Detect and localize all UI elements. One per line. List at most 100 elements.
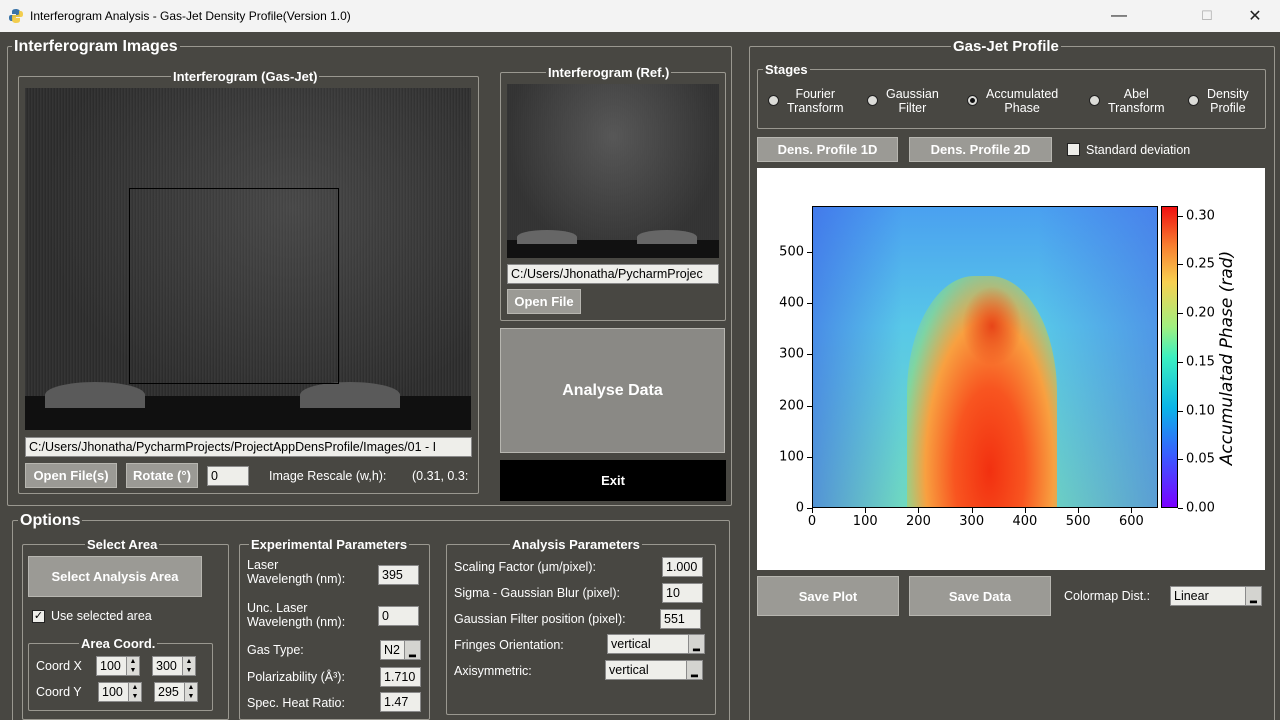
x-tick-label: 600: [1118, 514, 1144, 529]
coord-x1-spinbox[interactable]: 100 ▲ ▼: [96, 656, 140, 676]
analyse-data-button[interactable]: Analyse Data: [500, 328, 725, 453]
axisymmetric-value: vertical: [609, 663, 649, 677]
spec-heat-ratio-field[interactable]: 1.47: [380, 692, 421, 712]
colorbar-label: Accumulatad Phase (rad): [1217, 250, 1237, 466]
colorbar-tick-mark: [1178, 313, 1183, 315]
x-tick-label: 200: [906, 514, 931, 529]
stage-abel-radio[interactable]: [1089, 95, 1100, 106]
colorbar-tick-label: 0.00: [1186, 500, 1215, 516]
accumulated-phase-plot[interactable]: 0 100 200 300 400 500 600 0 100 200 300 400 500 0.0…: [757, 168, 1265, 570]
gaussian-filter-position-field[interactable]: 551: [660, 609, 701, 629]
close-button[interactable]: ✕: [1232, 0, 1278, 32]
standard-deviation-checkbox[interactable]: [1067, 143, 1080, 156]
rotate-angle-field[interactable]: 0: [207, 466, 249, 486]
x-tick-label: 0: [807, 514, 817, 529]
density-profile-1d-button[interactable]: Dens. Profile 1D: [757, 137, 898, 162]
images-panel-title: Interferogram Images: [12, 38, 180, 55]
x-tick-label: 300: [959, 514, 985, 529]
colorbar: [1161, 206, 1178, 508]
open-files-button[interactable]: Open File(s): [25, 463, 117, 488]
chevron-down-icon[interactable]: ▂: [404, 641, 420, 659]
stage-gaussian-radio[interactable]: [867, 95, 878, 106]
x-tick-mark: [865, 508, 867, 513]
area-coord-title: Area Coord.: [79, 636, 158, 651]
y-tick-label: 500: [779, 244, 804, 260]
colorbar-tick-mark: [1178, 459, 1183, 461]
select-area-title: Select Area: [85, 537, 160, 552]
exit-button[interactable]: Exit: [500, 460, 726, 501]
colorbar-tick-label: 0.05: [1186, 451, 1215, 467]
colorbar-tick-label: 0.15: [1186, 354, 1215, 370]
polarizability-field[interactable]: 1.710: [380, 667, 421, 687]
reference-path-field[interactable]: C:/Users/Jhonatha/PycharmProjec: [507, 264, 719, 284]
coord-x2-spinbox[interactable]: 300 ▲ ▼: [152, 656, 196, 676]
colorbar-tick-mark: [1178, 215, 1183, 217]
use-selected-area-label: Use selected area: [51, 609, 152, 623]
y-tick-label: 300: [779, 346, 804, 362]
stage-density-radio[interactable]: [1188, 95, 1199, 106]
axisymmetric-select[interactable]: vertical ▂: [605, 660, 703, 680]
save-plot-button[interactable]: Save Plot: [757, 576, 899, 616]
stage-accumulated-radio[interactable]: [967, 95, 978, 106]
coord-x2-value: 300: [156, 659, 177, 673]
chevron-down-icon[interactable]: ▂: [686, 661, 702, 679]
colormap-dist-select[interactable]: Linear ▂: [1170, 586, 1262, 606]
minimize-button[interactable]: —: [1096, 0, 1142, 32]
spin-arrows-icon[interactable]: ▲ ▼: [126, 657, 139, 675]
density-profile-2d-button[interactable]: Dens. Profile 2D: [909, 137, 1052, 162]
stage-fourier-label: Fourier Transform: [787, 87, 844, 116]
chevron-down-icon[interactable]: ▂: [1245, 587, 1261, 605]
polarizability-label: Polarizability (Å³):: [247, 670, 345, 684]
x-tick-mark: [1078, 508, 1080, 513]
x-tick-mark: [812, 508, 813, 513]
y-tick-label: 200: [779, 398, 804, 414]
gasjet-interferogram-image[interactable]: [25, 88, 471, 430]
window-title: Interferogram Analysis - Gas-Jet Density…: [30, 9, 351, 23]
gas-type-label: Gas Type:: [247, 643, 304, 657]
scaling-factor-field[interactable]: 1.000: [662, 557, 703, 577]
stage-gaussian-label: Gaussian Filter: [886, 87, 939, 116]
spin-arrows-icon[interactable]: ▲ ▼: [182, 657, 195, 675]
gasjet-path-field[interactable]: C:/Users/Jhonatha/PycharmProjects/Projec…: [25, 437, 472, 457]
image-rescale-label: Image Rescale (w,h):: [269, 469, 387, 483]
unc-laser-wavelength-field[interactable]: 0: [378, 606, 419, 626]
plot-axes: [812, 206, 1158, 508]
selection-rectangle[interactable]: [129, 188, 339, 384]
rotate-button[interactable]: Rotate (°): [126, 463, 198, 488]
window-titlebar: Interferogram Analysis - Gas-Jet Density…: [0, 0, 1280, 32]
fringes-orientation-select[interactable]: vertical ▂: [607, 634, 705, 654]
laser-wavelength-label: Laser Wavelength (nm):: [247, 558, 346, 587]
use-selected-area-checkbox[interactable]: ✓: [32, 610, 45, 623]
stage-fourier-radio[interactable]: [768, 95, 779, 106]
fringes-orientation-value: vertical: [611, 637, 651, 651]
colorbar-tick-label: 0.20: [1186, 305, 1215, 321]
colorbar-tick-mark: [1178, 508, 1183, 509]
coord-y2-spinbox[interactable]: 295 ▲ ▼: [154, 682, 198, 702]
coord-x-label: Coord X: [36, 659, 82, 673]
spin-arrows-icon[interactable]: ▲ ▼: [128, 683, 141, 701]
analysis-parameters-title: Analysis Parameters: [510, 537, 642, 552]
gas-type-select[interactable]: N2 ▂: [380, 640, 421, 660]
coord-y1-spinbox[interactable]: 100 ▲ ▼: [98, 682, 142, 702]
open-file-button[interactable]: Open File: [507, 289, 581, 314]
coord-y-label: Coord Y: [36, 685, 82, 699]
save-data-button[interactable]: Save Data: [909, 576, 1051, 616]
stage-density-label: Density Profile: [1207, 87, 1249, 116]
stage-accumulated-label: Accumulated Phase: [986, 87, 1059, 116]
laser-wavelength-field[interactable]: 395: [378, 565, 419, 585]
maximize-button[interactable]: ☐: [1184, 0, 1230, 32]
colorbar-tick-mark: [1178, 361, 1183, 363]
stages-title: Stages: [763, 62, 810, 77]
y-tick-mark: [807, 354, 812, 356]
gasjet-frame-title: Interferogram (Gas-Jet): [171, 69, 320, 84]
reference-interferogram-image: [507, 84, 719, 258]
sigma-gaussian-blur-field[interactable]: 10: [662, 583, 703, 603]
spin-arrows-icon[interactable]: ▲ ▼: [184, 683, 197, 701]
coord-x1-value: 100: [100, 659, 121, 673]
x-tick-mark: [1024, 508, 1026, 513]
colormap-dist-label: Colormap Dist.:: [1064, 589, 1151, 603]
gasjet-profile-title: Gas-Jet Profile: [951, 38, 1061, 55]
select-analysis-area-button[interactable]: Select Analysis Area: [28, 556, 202, 597]
image-rescale-value: (0.31, 0.3:: [412, 469, 469, 483]
chevron-down-icon[interactable]: ▂: [688, 635, 704, 653]
